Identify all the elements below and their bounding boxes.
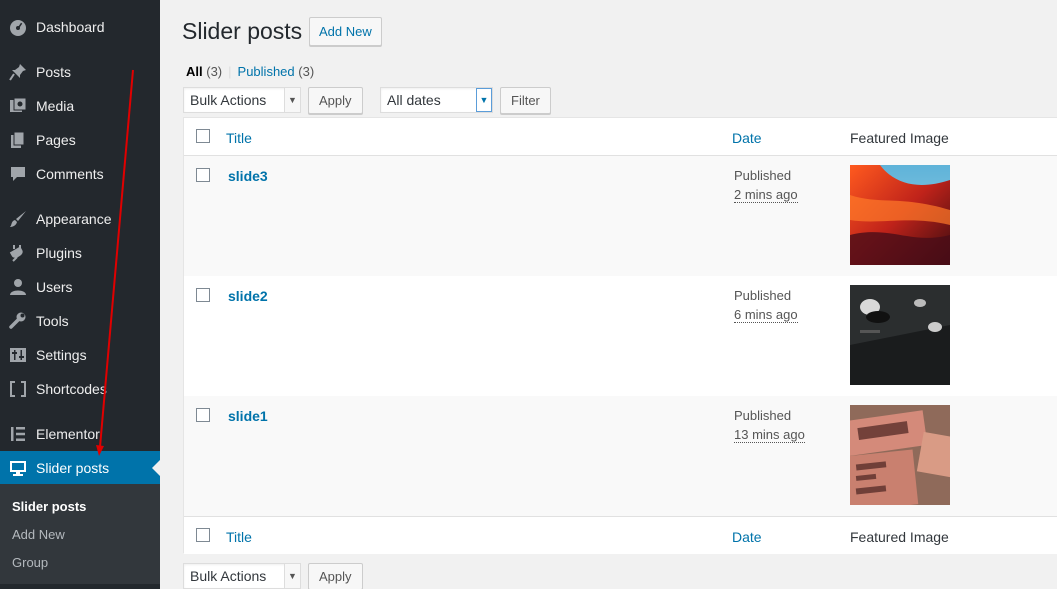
post-time: 6 mins ago xyxy=(734,307,798,323)
column-title[interactable]: Title xyxy=(226,529,252,545)
row-checkbox[interactable] xyxy=(196,408,210,422)
settings-icon xyxy=(8,345,28,365)
featured-image-thumbnail[interactable] xyxy=(850,285,950,385)
menu-label: Plugins xyxy=(36,245,82,261)
filter-published-link[interactable]: Published (3) xyxy=(238,64,315,79)
post-status: Published xyxy=(734,288,792,303)
elementor-icon xyxy=(8,424,28,444)
menu-settings[interactable]: Settings xyxy=(0,338,160,372)
menu-posts[interactable]: Posts xyxy=(0,55,160,89)
column-date[interactable]: Date xyxy=(732,130,762,146)
wrench-icon xyxy=(8,311,28,331)
filter-all-count: (3) xyxy=(206,64,223,79)
filter-button[interactable]: Filter xyxy=(500,87,551,114)
post-time: 2 mins ago xyxy=(734,187,798,203)
apply-button[interactable]: Apply xyxy=(308,87,363,114)
table-row: slide1 Published 13 mins ago xyxy=(184,396,1057,516)
menu-slider-posts[interactable]: Slider posts xyxy=(0,451,160,485)
media-icon xyxy=(8,96,28,116)
table-header: Title Date Featured Image xyxy=(184,118,1057,156)
featured-image-thumbnail[interactable] xyxy=(850,165,950,265)
brush-icon xyxy=(8,209,28,229)
featured-image-thumbnail[interactable] xyxy=(850,405,950,505)
bulk-actions-select-bottom[interactable]: Bulk Actions ▼ xyxy=(183,563,301,589)
filter-published-count: (3) xyxy=(298,64,315,79)
post-status: Published xyxy=(734,408,792,423)
column-title[interactable]: Title xyxy=(226,130,252,146)
menu-label: Media xyxy=(36,98,75,114)
filter-separator: | xyxy=(228,64,232,79)
column-featured-image: Featured Image xyxy=(850,130,949,146)
admin-sidebar: Dashboard Posts Media Pages Comments App… xyxy=(0,0,160,589)
comment-icon xyxy=(8,164,28,184)
menu-media[interactable]: Media xyxy=(0,89,160,123)
pin-icon xyxy=(8,62,28,82)
menu-plugins[interactable]: Plugins xyxy=(0,236,160,270)
menu-label: Posts xyxy=(36,64,72,80)
filter-all-link[interactable]: All (3) xyxy=(186,64,222,79)
post-status: Published xyxy=(734,168,792,183)
bulk-actions-value: Bulk Actions xyxy=(190,568,267,584)
bulk-actions-select[interactable]: Bulk Actions ▼ xyxy=(183,87,301,113)
main-content: Slider posts Add New All (3) | Published (… xyxy=(182,0,1057,589)
pages-icon xyxy=(8,130,28,150)
posts-table: Title Date Featured Image slide3 Publish… xyxy=(183,117,1057,554)
menu-appearance[interactable]: Appearance xyxy=(0,202,160,236)
chevron-down-icon: ▼ xyxy=(476,88,492,112)
table-row: slide3 Published 2 mins ago xyxy=(184,156,1057,276)
filter-all-label: All xyxy=(186,64,203,79)
apply-button-bottom[interactable]: Apply xyxy=(308,563,363,589)
menu-tools[interactable]: Tools xyxy=(0,304,160,338)
menu-label: Dashboard xyxy=(36,19,105,35)
menu-label: Pages xyxy=(36,132,76,148)
menu-label: Users xyxy=(36,279,73,295)
monitor-icon xyxy=(8,458,28,478)
post-title-link[interactable]: slide3 xyxy=(228,168,268,184)
date-filter-value: All dates xyxy=(387,92,441,108)
post-title-link[interactable]: slide2 xyxy=(228,288,268,304)
menu-label: Appearance xyxy=(36,211,112,227)
menu-dashboard[interactable]: Dashboard xyxy=(0,10,160,44)
post-time: 13 mins ago xyxy=(734,427,805,443)
select-all-checkbox[interactable] xyxy=(196,129,210,143)
menu-label: Settings xyxy=(36,347,87,363)
menu-elementor[interactable]: Elementor xyxy=(0,417,160,451)
user-icon xyxy=(8,277,28,297)
date-filter-select[interactable]: All dates ▼ xyxy=(380,87,493,113)
plugin-icon xyxy=(8,243,28,263)
row-checkbox[interactable] xyxy=(196,168,210,182)
page-title: Slider posts xyxy=(182,18,303,44)
menu-label: Tools xyxy=(36,313,69,329)
table-footer: Title Date Featured Image xyxy=(184,516,1057,554)
shortcode-icon xyxy=(8,379,28,399)
menu-shortcodes[interactable]: Shortcodes xyxy=(0,372,160,406)
menu-label: Slider posts xyxy=(36,460,110,476)
menu-comments[interactable]: Comments xyxy=(0,157,160,191)
chevron-down-icon: ▼ xyxy=(284,564,300,588)
row-checkbox[interactable] xyxy=(196,288,210,302)
menu-pages[interactable]: Pages xyxy=(0,123,160,157)
menu-users[interactable]: Users xyxy=(0,270,160,304)
status-filter-links: All (3) | Published (3) xyxy=(186,64,314,79)
select-all-checkbox-footer[interactable] xyxy=(196,528,210,542)
menu-label: Comments xyxy=(36,166,104,182)
submenu-group[interactable]: Group xyxy=(12,555,48,570)
column-date[interactable]: Date xyxy=(732,529,762,545)
dashboard-icon xyxy=(8,17,28,37)
table-row: slide2 Published 6 mins ago xyxy=(184,276,1057,396)
menu-label: Elementor xyxy=(36,426,100,442)
column-featured-image: Featured Image xyxy=(850,529,949,545)
post-title-link[interactable]: slide1 xyxy=(228,408,268,424)
bulk-actions-value: Bulk Actions xyxy=(190,92,267,108)
chevron-down-icon: ▼ xyxy=(284,88,300,112)
submenu-add-new[interactable]: Add New xyxy=(12,527,65,542)
submenu: Slider posts Add New Group xyxy=(0,484,160,584)
add-new-button[interactable]: Add New xyxy=(309,17,382,46)
submenu-slider-posts[interactable]: Slider posts xyxy=(12,499,86,514)
menu-label: Shortcodes xyxy=(36,381,107,397)
filter-published-label: Published xyxy=(237,64,295,79)
